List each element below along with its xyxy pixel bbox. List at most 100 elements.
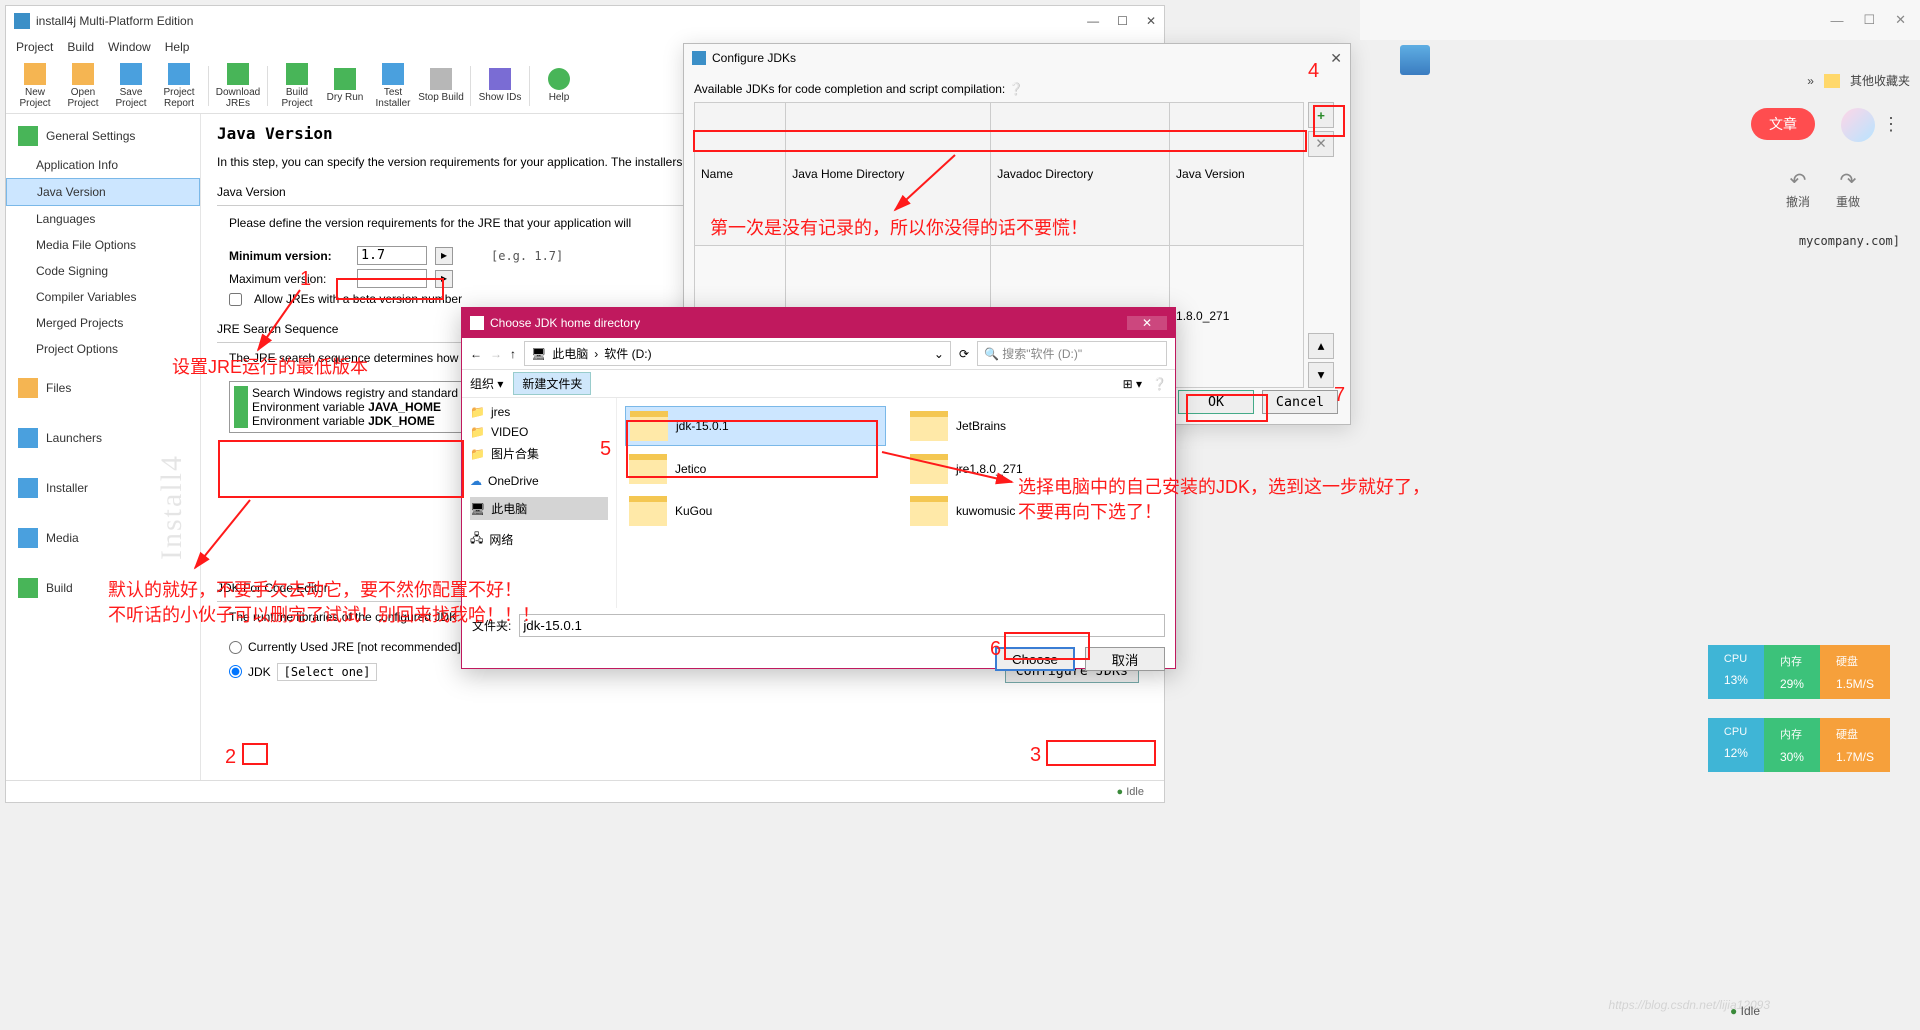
project-report-button[interactable]: Project Report <box>156 60 202 112</box>
col-home: Java Home Directory <box>786 103 991 246</box>
sidebar-build[interactable]: Build <box>6 572 200 604</box>
max-version-label: Maximum version: <box>229 272 349 286</box>
folder-input[interactable] <box>519 614 1165 637</box>
other-bookmarks[interactable]: 其他收藏夹 <box>1850 72 1910 89</box>
dialog-icon <box>692 51 706 65</box>
allow-beta-checkbox[interactable] <box>229 293 242 306</box>
radio-current-jre-label: Currently Used JRE [not recommended] <box>248 640 461 654</box>
publish-button[interactable]: 文章 <box>1751 108 1815 140</box>
tree-network: 🖧网络 <box>470 526 608 553</box>
breadcrumb[interactable]: 🖥此电脑›软件 (D:)⌄ <box>524 341 951 366</box>
max-version-dropdown[interactable]: ▸ <box>435 270 453 288</box>
radio-current-jre[interactable] <box>229 641 242 654</box>
browser-maximize[interactable]: ☐ <box>1863 12 1875 28</box>
sidebar-item-languages[interactable]: Languages <box>6 206 200 232</box>
menu-build[interactable]: Build <box>67 40 94 54</box>
help-button[interactable]: Help <box>536 60 582 112</box>
max-version-input[interactable] <box>357 269 427 288</box>
maximize-button[interactable]: ☐ <box>1117 14 1128 28</box>
folder-jetbrains[interactable]: JetBrains <box>906 406 1167 446</box>
browser-minimize[interactable]: — <box>1830 13 1843 28</box>
file-cancel-button[interactable]: 取消 <box>1085 647 1165 671</box>
nav-up-button[interactable]: ↑ <box>510 347 516 361</box>
file-dialog-title: Choose JDK home directory <box>490 316 640 330</box>
folder-label: 文件夹: <box>472 617 511 634</box>
radio-jdk-label: JDK <box>248 665 271 679</box>
min-version-input[interactable] <box>357 246 427 265</box>
remove-jdk-button[interactable]: ✕ <box>1308 131 1334 157</box>
choose-button[interactable]: Choose <box>995 647 1075 671</box>
file-help-button[interactable]: ❔ <box>1152 377 1167 391</box>
sidebar-item-compiler-variables[interactable]: Compiler Variables <box>6 284 200 310</box>
close-button[interactable]: ✕ <box>1146 14 1156 28</box>
sidebar-item-merged-projects[interactable]: Merged Projects <box>6 310 200 336</box>
organize-button[interactable]: 组织 ▾ <box>470 375 503 392</box>
user-avatar[interactable] <box>1841 108 1875 142</box>
tree-pictures: 📁图片合集 <box>470 442 608 465</box>
folder-tree[interactable]: 📁jres 📁VIDEO 📁图片合集 ☁OneDrive 🖥此电脑 🖧网络 <box>462 398 617 608</box>
new-project-button[interactable]: New Project <box>12 60 58 112</box>
file-dialog-close-button[interactable]: ✕ <box>1127 316 1167 330</box>
folder-jetico[interactable]: Jetico <box>625 450 886 488</box>
jdk-select[interactable]: [Select one] <box>277 663 378 681</box>
sidebar-launchers[interactable]: Launchers <box>6 422 200 454</box>
sidebar-item-application-info[interactable]: Application Info <box>6 152 200 178</box>
dry-run-button[interactable]: Dry Run <box>322 60 368 112</box>
min-version-example: [e.g. 1.7] <box>491 249 563 263</box>
sidebar-item-java-version[interactable]: Java Version <box>6 178 200 206</box>
stop-build-button[interactable]: Stop Build <box>418 60 464 112</box>
save-project-button[interactable]: Save Project <box>108 60 154 112</box>
radio-jdk[interactable] <box>229 665 242 678</box>
cancel-button[interactable]: Cancel <box>1262 390 1338 414</box>
search-input[interactable]: 🔍 搜索"软件 (D:)" <box>977 341 1167 366</box>
file-chooser-dialog: Choose JDK home directory ✕ ← → ↑ 🖥此电脑›软… <box>461 307 1176 669</box>
undo-button[interactable]: ↶撤消 <box>1786 168 1810 210</box>
new-folder-button[interactable]: 新建文件夹 <box>513 372 591 395</box>
folder-icon <box>1824 74 1840 88</box>
show-ids-button[interactable]: Show IDs <box>477 60 523 112</box>
redo-button[interactable]: ↷重做 <box>1836 168 1860 210</box>
tree-jres: 📁jres <box>470 402 608 422</box>
menu-window[interactable]: Window <box>108 40 151 54</box>
menu-project[interactable]: Project <box>16 40 53 54</box>
bookmark-bar: » 其他收藏夹 <box>1807 72 1910 89</box>
show-more-button[interactable]: » <box>1807 74 1814 88</box>
tree-video: 📁VIDEO <box>470 422 608 442</box>
save-icon[interactable] <box>1400 45 1430 75</box>
folder-kuwomusic[interactable]: kuwomusic <box>906 492 1167 530</box>
download-jres-button[interactable]: Download JREs <box>215 60 261 112</box>
refresh-button[interactable]: ⟳ <box>959 347 969 361</box>
test-installer-button[interactable]: Test Installer <box>370 60 416 112</box>
move-down-button[interactable]: ▾ <box>1308 362 1334 388</box>
allow-beta-label: Allow JREs with a beta version number <box>254 292 462 306</box>
dialog-close-button[interactable]: ✕ <box>1330 50 1342 67</box>
sidebar-general-settings[interactable]: General Settings <box>6 120 200 152</box>
folder-jre18[interactable]: jre1.8.0_271 <box>906 450 1167 488</box>
ok-button[interactable]: OK <box>1178 390 1254 414</box>
menu-help[interactable]: Help <box>165 40 190 54</box>
add-jdk-button[interactable]: + <box>1308 102 1334 128</box>
sidebar-item-project-options[interactable]: Project Options <box>6 336 200 362</box>
folder-list: jdk-15.0.1 JetBrains Jetico jre1.8.0_271… <box>617 398 1175 608</box>
system-gauge-a: CPU13% 内存29% 硬盘1.5M/S <box>1708 645 1890 699</box>
col-version: Java Version <box>1170 103 1304 246</box>
open-project-button[interactable]: Open Project <box>60 60 106 112</box>
view-button[interactable]: ⊞ ▾ <box>1123 377 1142 391</box>
browser-close[interactable]: ✕ <box>1895 12 1906 28</box>
file-dialog-icon <box>470 316 484 330</box>
min-version-dropdown[interactable]: ▸ <box>435 247 453 265</box>
sidebar-item-code-signing[interactable]: Code Signing <box>6 258 200 284</box>
minimize-button[interactable]: — <box>1087 14 1099 28</box>
system-gauge-b: CPU12% 内存30% 硬盘1.7M/S <box>1708 718 1890 772</box>
folder-jdk15[interactable]: jdk-15.0.1 <box>625 406 886 446</box>
kebab-menu[interactable]: ⋮ <box>1882 114 1900 135</box>
sidebar-item-media-file-options[interactable]: Media File Options <box>6 232 200 258</box>
dialog-title: Configure JDKs <box>712 51 796 65</box>
sidebar-files[interactable]: Files <box>6 372 200 404</box>
tree-onedrive: ☁OneDrive <box>470 471 608 491</box>
nav-back-button[interactable]: ← <box>470 347 482 361</box>
nav-fwd-button[interactable]: → <box>490 347 502 361</box>
build-project-button[interactable]: Build Project <box>274 60 320 112</box>
move-up-button[interactable]: ▴ <box>1308 333 1334 359</box>
folder-kugou[interactable]: KuGou <box>625 492 886 530</box>
